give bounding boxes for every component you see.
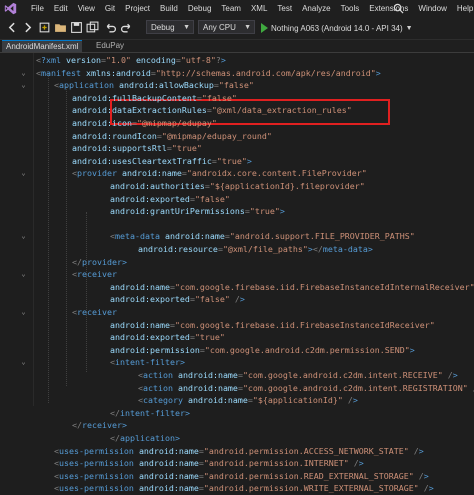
menu-item-analyze[interactable]: Analyze (297, 0, 335, 17)
code-line: <uses-permission android:name="android.p… (54, 458, 364, 469)
code-line: <manifest xmlns:android="http://schemas.… (36, 67, 381, 78)
code-line: android:exported="true" (110, 332, 225, 343)
code-line: <meta-data android:name="android.support… (110, 231, 415, 242)
undo-icon[interactable] (104, 21, 117, 34)
menu-item-debug[interactable]: Debug (183, 0, 217, 17)
menu-item-build[interactable]: Build (155, 0, 183, 17)
code-line: android:usesCleartextTraffic="true"> (72, 155, 252, 166)
fold-toggle-icon[interactable]: ⌄ (20, 82, 27, 89)
code-line: android:authorities="${applicationId}.fi… (110, 181, 365, 191)
forward-icon[interactable] (21, 21, 34, 34)
save-icon[interactable] (70, 21, 83, 34)
menu-item-git[interactable]: Git (100, 0, 120, 17)
code-line: <action android:name="com.google.android… (138, 382, 474, 393)
menu-item-team[interactable]: Team (216, 0, 246, 17)
code-editor[interactable]: <?xml version="1.0" encoding="utf-8"?> <m… (0, 53, 474, 493)
menu-item-edit[interactable]: Edit (49, 0, 73, 17)
menu-item-tools[interactable]: Tools (336, 0, 365, 17)
code-line: android:name="com.google.firebase.iid.Fi… (110, 319, 435, 330)
code-line: <action android:name="com.google.android… (138, 370, 458, 380)
code-line: <uses-permission android:name="android.p… (54, 445, 424, 456)
code-line: </intent-filter> (110, 407, 190, 418)
code-line: <application android:allowBackup="false" (54, 80, 254, 91)
menu-item-xml[interactable]: XML (246, 0, 272, 17)
code-line: android:supportsRtl="true" (72, 143, 202, 154)
fold-toggle-icon[interactable]: ⌄ (20, 359, 27, 366)
code-line: <uses-permission android:name="android.p… (54, 483, 434, 494)
fold-toggle-icon[interactable]: ⌄ (20, 233, 27, 240)
code-line: android:dataExtractionRules="@xml/data_e… (72, 105, 352, 116)
menu-item-extensions[interactable]: Extensions (364, 0, 413, 17)
toolbar: Debug ▼ Any CPU ▼ Nothing A063 (Android … (0, 17, 474, 40)
menu-item-project[interactable]: Project (120, 0, 155, 17)
code-line: </receiver> (72, 420, 127, 431)
run-button[interactable]: Nothing A063 (Android 14.0 - API 34) ▼ (261, 21, 413, 35)
code-line: <intent-filter> (110, 357, 185, 368)
visual-studio-logo-icon[interactable] (4, 2, 17, 15)
code-line: <category android:name="${applicationId}… (138, 395, 358, 406)
menu-item-window[interactable]: Window (413, 0, 451, 17)
code-line: android:grantUriPermissions="true"> (110, 206, 285, 217)
new-item-icon[interactable] (38, 21, 51, 34)
tab-label: AndroidManifest.xml (6, 42, 79, 51)
code-line: <uses-permission android:name="android.p… (54, 470, 429, 481)
menu-bar: File Edit View Git Project Build Debug Team XML T… (0, 0, 474, 17)
back-icon[interactable] (6, 21, 19, 34)
code-line: android:icon="@mipmap/edupay" (72, 118, 217, 128)
document-tabs: AndroidManifest.xml EduPay (0, 40, 474, 53)
fold-toggle-icon[interactable]: ⌄ (20, 69, 27, 77)
configuration-value: Debug (151, 23, 175, 32)
code-line: android:resource="@xml/file_paths"></met… (138, 244, 373, 254)
chevron-down-icon: ▼ (244, 24, 251, 31)
code-line: </application> (110, 433, 180, 443)
redo-icon[interactable] (120, 21, 133, 34)
code-line: <?xml version="1.0" encoding="utf-8"?> (36, 55, 226, 65)
save-all-icon[interactable] (86, 21, 99, 34)
chevron-down-icon: ▼ (183, 24, 190, 31)
platform-dropdown[interactable]: Any CPU ▼ (198, 20, 255, 34)
code-line: android:name="com.google.firebase.iid.Fi… (110, 281, 474, 292)
platform-value: Any CPU (203, 23, 236, 32)
code-line: </provider> (72, 256, 127, 267)
configuration-dropdown[interactable]: Debug ▼ (146, 20, 194, 34)
search-icon[interactable] (393, 3, 404, 14)
editor-gutter-border (33, 53, 34, 406)
menu-item-file[interactable]: File (26, 0, 49, 17)
code-line: android:exported="false" /> (110, 294, 245, 305)
menu-item-test[interactable]: Test (272, 0, 297, 17)
indent-guide (86, 212, 87, 372)
indent-guide (66, 86, 67, 386)
run-target-label: Nothing A063 (Android 14.0 - API 34) (271, 23, 403, 33)
tab-edupay[interactable]: EduPay (92, 40, 128, 52)
code-line: android:fullBackupContent="false" (72, 92, 237, 103)
fold-toggle-icon[interactable]: ⌄ (20, 271, 27, 278)
open-folder-icon[interactable] (54, 21, 67, 34)
tab-label: EduPay (96, 41, 125, 50)
code-line: android:permission="com.google.android.c… (110, 344, 415, 355)
indent-guide (48, 73, 49, 403)
code-line: android:exported="false" (110, 193, 230, 204)
menu-items: File Edit View Git Project Build Debug Team XML T… (26, 0, 474, 17)
tab-androidmanifest[interactable]: AndroidManifest.xml (2, 40, 83, 52)
code-line: <provider android:name="androidx.core.co… (72, 168, 367, 179)
code-line: android:roundIcon="@mipmap/edupay_round" (72, 130, 272, 141)
fold-toggle-icon[interactable]: ⌄ (20, 170, 27, 177)
play-icon (261, 23, 268, 33)
menu-item-view[interactable]: View (73, 0, 100, 17)
menu-item-help[interactable]: Help (452, 0, 474, 17)
code-line: <receiver (72, 269, 117, 280)
code-line: <receiver (72, 307, 117, 317)
chevron-down-icon: ▼ (405, 24, 413, 32)
fold-toggle-icon[interactable]: ⌄ (20, 309, 27, 316)
